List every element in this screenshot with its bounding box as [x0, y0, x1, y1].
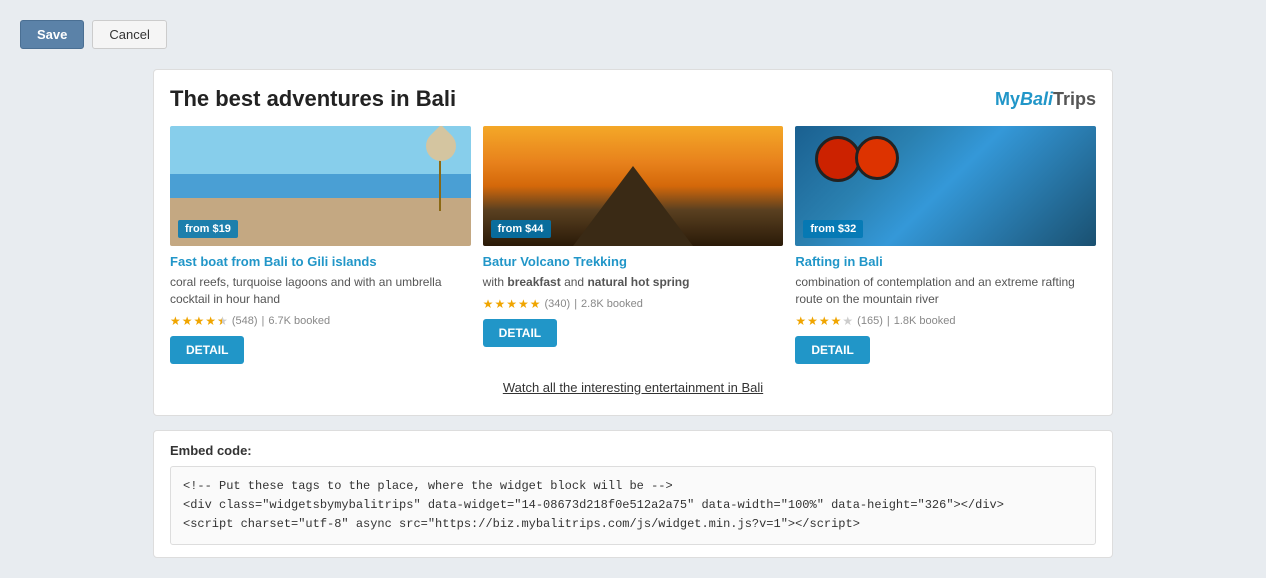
- card-rafting-detail-button[interactable]: DETAIL: [795, 336, 869, 364]
- card-volcano-image: from $44: [483, 126, 784, 246]
- widget-header: The best adventures in Bali MyBaliTrips: [170, 86, 1096, 112]
- card-volcano-stars: ★ ★ ★ ★ ★: [483, 297, 541, 311]
- watch-all-link[interactable]: Watch all the interesting entertainment …: [503, 380, 763, 395]
- star-v-1: ★: [483, 297, 494, 311]
- card-beach-stars: ★ ★ ★ ★ ★★: [170, 314, 228, 328]
- card-rafting-booked: 1.8K booked: [894, 315, 956, 327]
- card-volcano-desc: with breakfast and natural hot spring: [483, 274, 784, 291]
- card-volcano-stars-row: ★ ★ ★ ★ ★ (340) | 2.8K booked: [483, 297, 784, 311]
- embed-section: Embed code: <!-- Put these tags to the p…: [153, 430, 1113, 559]
- widget-preview: The best adventures in Bali MyBaliTrips …: [153, 69, 1113, 416]
- star-r-3: ★: [819, 314, 830, 328]
- card-beach-rating-count: (548): [232, 315, 258, 327]
- star-r-5: ★: [842, 314, 853, 328]
- star-4: ★: [205, 314, 216, 328]
- brand-my: My: [995, 89, 1020, 109]
- card-volcano-title[interactable]: Batur Volcano Trekking: [483, 254, 784, 269]
- brand-trips: Trips: [1053, 89, 1096, 109]
- card-rafting-rating-count: (165): [857, 315, 883, 327]
- star-r-1: ★: [795, 314, 806, 328]
- embed-label: Embed code:: [170, 443, 1096, 458]
- card-volcano-booked: 2.8K booked: [581, 298, 643, 310]
- card-rafting-stars-row: ★ ★ ★ ★ ★ (165) | 1.8K booked: [795, 314, 1096, 328]
- card-rafting: from $32 Rafting in Bali combination of …: [795, 126, 1096, 364]
- star-5: ★★: [217, 314, 228, 328]
- card-beach-booked: 6.7K booked: [268, 315, 330, 327]
- widget-title: The best adventures in Bali: [170, 86, 456, 112]
- star-v-5: ★: [530, 297, 541, 311]
- cards-row: from $19 Fast boat from Bali to Gili isl…: [170, 126, 1096, 364]
- star-2: ★: [182, 314, 193, 328]
- star-v-2: ★: [494, 297, 505, 311]
- card-beach-separator: |: [262, 315, 265, 327]
- star-r-4: ★: [831, 314, 842, 328]
- embed-line-3: <script charset="utf-8" async src="https…: [183, 515, 1083, 534]
- toolbar: Save Cancel: [20, 20, 1246, 49]
- cancel-button[interactable]: Cancel: [92, 20, 166, 49]
- card-volcano: from $44 Batur Volcano Trekking with bre…: [483, 126, 784, 364]
- desc-highlight-hotspring: natural hot spring: [587, 275, 689, 289]
- card-volcano-separator: |: [574, 298, 577, 310]
- card-rafting-title[interactable]: Rafting in Bali: [795, 254, 1096, 269]
- card-rafting-image: from $32: [795, 126, 1096, 246]
- card-volcano-detail-button[interactable]: DETAIL: [483, 319, 557, 347]
- card-beach-price: from $19: [178, 220, 238, 238]
- brand-bali: Bali: [1020, 89, 1053, 109]
- card-rafting-separator: |: [887, 315, 890, 327]
- card-rafting-desc: combination of contemplation and an extr…: [795, 274, 1096, 308]
- star-v-3: ★: [506, 297, 517, 311]
- embed-line-2: <div class="widgetsbymybalitrips" data-w…: [183, 496, 1083, 515]
- card-beach-stars-row: ★ ★ ★ ★ ★★ (548) | 6.7K booked: [170, 314, 471, 328]
- card-beach: from $19 Fast boat from Bali to Gili isl…: [170, 126, 471, 364]
- star-r-2: ★: [807, 314, 818, 328]
- desc-highlight-breakfast: breakfast: [507, 275, 560, 289]
- card-beach-title[interactable]: Fast boat from Bali to Gili islands: [170, 254, 471, 269]
- card-rafting-price: from $32: [803, 220, 863, 238]
- embed-line-1: <!-- Put these tags to the place, where …: [183, 477, 1083, 496]
- star-3: ★: [194, 314, 205, 328]
- watch-link-row: Watch all the interesting entertainment …: [170, 380, 1096, 395]
- card-beach-image: from $19: [170, 126, 471, 246]
- card-volcano-price: from $44: [491, 220, 551, 238]
- card-beach-desc: coral reefs, turquoise lagoons and with …: [170, 274, 471, 308]
- card-rafting-stars: ★ ★ ★ ★ ★: [795, 314, 853, 328]
- card-volcano-rating-count: (340): [545, 298, 571, 310]
- card-beach-detail-button[interactable]: DETAIL: [170, 336, 244, 364]
- brand-logo: MyBaliTrips: [995, 89, 1096, 110]
- star-v-4: ★: [518, 297, 529, 311]
- embed-code-box: <!-- Put these tags to the place, where …: [170, 466, 1096, 546]
- star-1: ★: [170, 314, 181, 328]
- save-button[interactable]: Save: [20, 20, 84, 49]
